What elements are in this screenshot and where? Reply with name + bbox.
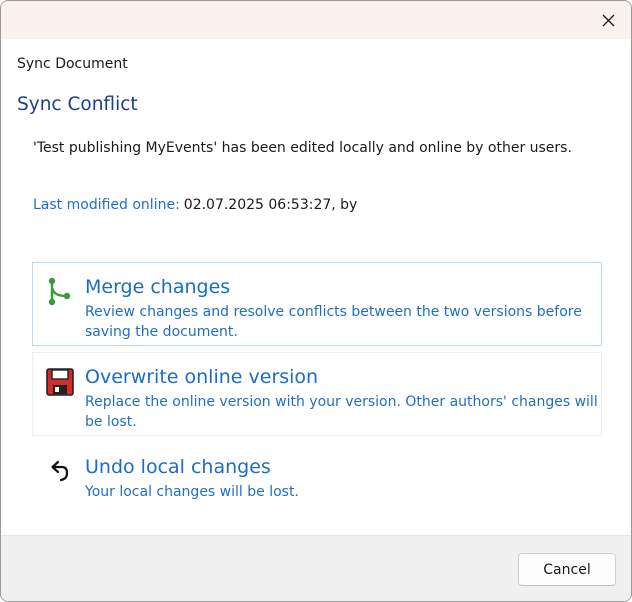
merge-changes-option[interactable]: Merge changes Review changes and resolve…: [32, 262, 602, 346]
last-modified-row: Last modified online: 02.07.2025 06:53:27…: [33, 197, 357, 213]
undo-local-description: Your local changes will be lost.: [85, 484, 299, 500]
overwrite-online-description: Replace the online version with your ver…: [85, 394, 598, 430]
cancel-button[interactable]: Cancel: [518, 553, 616, 586]
floppy-disk-icon: [45, 367, 75, 397]
undo-arrow-icon: [45, 457, 75, 487]
dialog-heading: Sync Conflict: [17, 94, 138, 115]
undo-local-option[interactable]: Undo local changes Your local changes wi…: [32, 442, 602, 526]
undo-local-title: Undo local changes: [85, 456, 271, 478]
merge-branch-icon: [45, 277, 75, 307]
merge-changes-description: Review changes and resolve conflicts bet…: [85, 304, 582, 340]
title-bar: [1, 1, 631, 39]
sync-dialog: Sync Document Sync Conflict 'Test publis…: [0, 0, 632, 602]
dialog-footer: Cancel: [1, 535, 631, 601]
close-icon: [602, 14, 614, 26]
conflict-message: 'Test publishing MyEvents' has been edit…: [33, 140, 572, 156]
last-modified-label: Last modified online:: [33, 197, 180, 213]
last-modified-value: 02.07.2025 06:53:27, by: [183, 197, 358, 213]
window-title: Sync Document: [17, 56, 128, 72]
overwrite-online-title: Overwrite online version: [85, 366, 319, 388]
close-button[interactable]: [585, 1, 631, 39]
merge-changes-title: Merge changes: [85, 276, 231, 298]
overwrite-online-option[interactable]: Overwrite online version Replace the onl…: [32, 352, 602, 436]
